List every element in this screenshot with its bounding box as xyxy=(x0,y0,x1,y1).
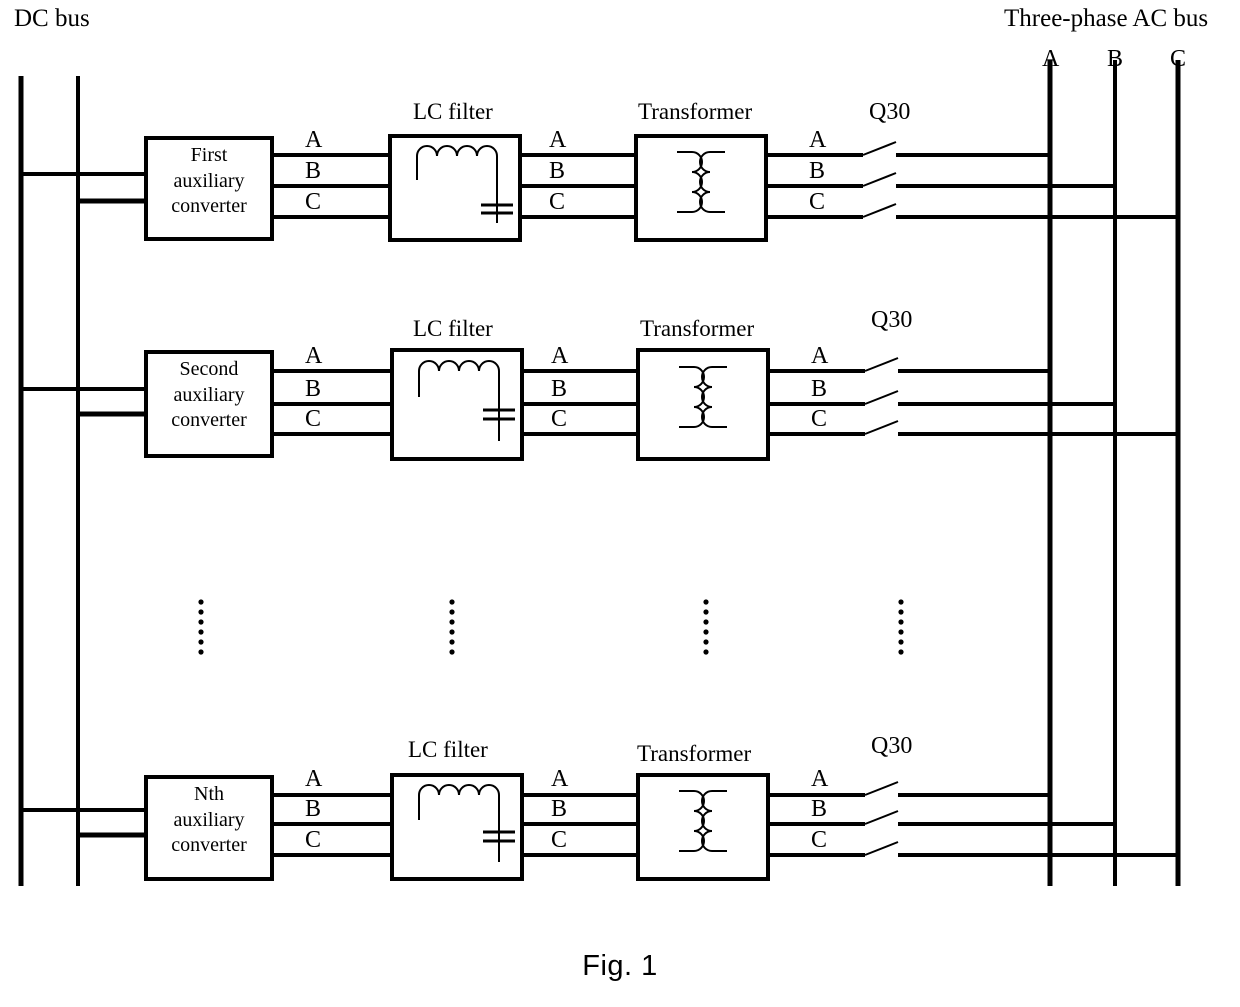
ac-bus-group xyxy=(1047,60,1181,886)
row-2-transformer-box xyxy=(636,348,770,461)
row-1-mid-phase-label-b: B xyxy=(549,158,566,184)
ac-bus-phase-label-a: A xyxy=(1042,46,1060,72)
row-1-bus-phase-label-b: B xyxy=(809,158,826,184)
row-2-lc-filter-title: LC filter xyxy=(413,316,493,341)
row-2-converter-label: Second auxiliary converter xyxy=(146,357,272,434)
row-2-bus-phase-label-b: B xyxy=(811,376,828,402)
dc-bus-group xyxy=(18,76,80,886)
figure-caption: Fig. 1 xyxy=(582,950,658,982)
row-1-switch-label: Q30 xyxy=(869,99,911,125)
row-1-bus-phase-label-c: C xyxy=(809,189,826,215)
row-2-switch-blade-b xyxy=(864,390,899,405)
row-3-mid-phase-label-c: C xyxy=(551,827,568,853)
ac-bus-label: Three-phase AC bus xyxy=(1004,5,1209,32)
row-3-switch-blade-b xyxy=(864,810,899,825)
row-3-converter-line-1: Nth xyxy=(194,783,224,805)
row-2-switch-label: Q30 xyxy=(871,307,913,333)
row-2-out-phase-label-b: B xyxy=(305,376,322,402)
row-1-mid-phase-label-a: A xyxy=(549,127,567,153)
row-3-switch-blade-c xyxy=(864,841,899,856)
row-1-switch-blade-c xyxy=(862,203,897,218)
figure-canvas: DC bus Three-phase AC bus A B C First au… xyxy=(0,0,1240,1007)
row-1-converter-line-3: converter xyxy=(171,195,247,218)
row-2-mid-phase-label-a: A xyxy=(551,343,569,369)
row-3-bus-phase-label-c: C xyxy=(811,827,828,853)
row-3-converter-label: Nth auxiliary converter xyxy=(146,782,272,859)
row-1-converter-line-1: First xyxy=(190,144,228,166)
row-1-mid-phase-label-c: C xyxy=(549,189,566,215)
row-2-mid-phase-label-c: C xyxy=(551,406,568,432)
row-2-out-phase-label-a: A xyxy=(305,343,323,369)
row-1-lc-filter-title: LC filter xyxy=(413,99,493,124)
row-2-switch-blade-a xyxy=(864,357,899,372)
row-1-transformer-title: Transformer xyxy=(638,99,753,124)
row-1-switch-blade-b xyxy=(862,172,897,187)
row-3-bus-phase-label-b: B xyxy=(811,796,828,822)
ellipsis-column-switch xyxy=(898,599,904,655)
row-2-bus-phase-label-a: A xyxy=(811,343,829,369)
row-2-converter-line-3: converter xyxy=(171,409,247,432)
row-3-out-phase-label-b: B xyxy=(305,796,322,822)
row-2-transformer-title: Transformer xyxy=(640,316,755,341)
row-1-out-phase-label-c: C xyxy=(305,189,322,215)
row-3-bus-phase-label-a: A xyxy=(811,766,829,792)
ac-bus-phase-label-b: B xyxy=(1107,46,1124,72)
row-1-out-phase-label-b: B xyxy=(305,158,322,184)
row-1-switch-blade-a xyxy=(862,141,897,156)
row-1-out-phase-label-a: A xyxy=(305,127,323,153)
row-3-out-phase-label-c: C xyxy=(305,827,322,853)
dc-bus-label: DC bus xyxy=(14,5,90,32)
row-3-mid-phase-label-a: A xyxy=(551,766,569,792)
row-3-switch-blade-a xyxy=(864,781,899,796)
row-3-lc-filter-title: LC filter xyxy=(408,737,488,762)
row-2-mid-phase-label-b: B xyxy=(551,376,568,402)
row-1-converter-label: First auxiliary converter xyxy=(146,143,272,220)
row-1-converter-line-2: auxiliary xyxy=(173,169,245,192)
row-3-mid-phase-label-b: B xyxy=(551,796,568,822)
row-2-converter-line-1: Second xyxy=(179,358,239,380)
row-3-converter-line-3: converter xyxy=(171,834,247,857)
row-2-bus-phase-label-c: C xyxy=(811,406,828,432)
ellipsis-column-converter xyxy=(198,599,204,655)
row-2-converter-line-2: auxiliary xyxy=(173,383,245,406)
row-3-transformer-title: Transformer xyxy=(637,741,752,766)
row-3-converter-line-2: auxiliary xyxy=(173,808,245,831)
ellipsis-column-lc-filter xyxy=(449,599,455,655)
ellipsis-group xyxy=(198,599,904,655)
ac-bus-phase-label-c: C xyxy=(1170,46,1187,72)
ellipsis-column-transformer xyxy=(703,599,709,655)
row-1-bus-phase-label-a: A xyxy=(809,127,827,153)
row-2-out-phase-label-c: C xyxy=(305,406,322,432)
row-2-switch-blade-c xyxy=(864,420,899,435)
row-3-out-phase-label-a: A xyxy=(305,766,323,792)
row-3-switch-label: Q30 xyxy=(871,733,913,759)
